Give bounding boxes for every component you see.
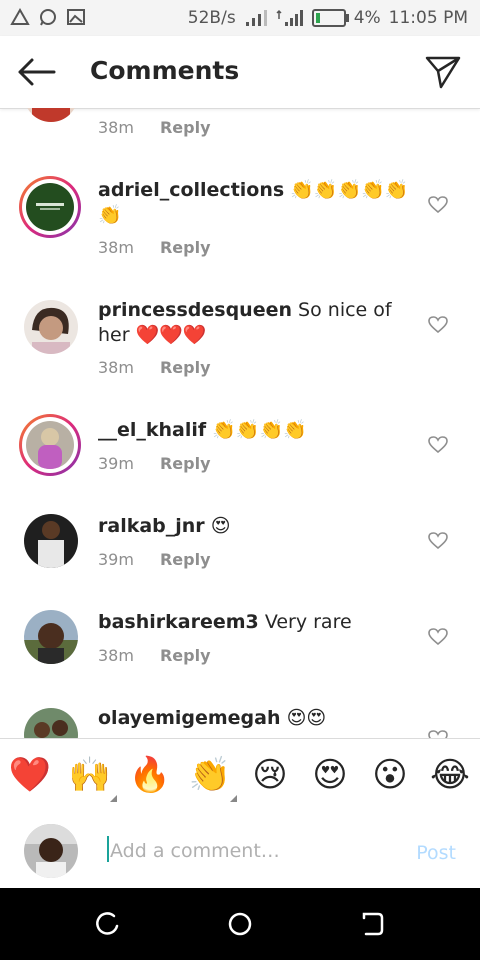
emoji-clap-button[interactable]: 👏 — [188, 755, 232, 795]
post-button[interactable]: Post — [416, 842, 456, 864]
comment-meta: 38m Reply — [98, 358, 211, 377]
emoji-crying-button[interactable]: 😢 — [248, 755, 292, 795]
avatar[interactable] — [19, 414, 81, 476]
user-avatar — [24, 824, 78, 878]
comment-row: ralkab_jnr 😍 39m Reply — [0, 504, 480, 600]
battery-icon — [311, 9, 349, 27]
back-button[interactable] — [16, 54, 56, 90]
emoji-laughing-button[interactable]: 😂 — [428, 755, 472, 795]
comment-emoji: ❤️❤️❤️ — [135, 324, 207, 346]
emoji-reaction-bar: ❤️ 🙌 🔥 👏 😢 😍 😮 😂 — [0, 738, 480, 814]
recent-apps-icon[interactable] — [94, 910, 122, 938]
comment-row: princessdesqueen So nice of her ❤️❤️❤️ 3… — [0, 288, 480, 408]
heart-icon[interactable] — [428, 532, 448, 550]
comment-time: 38m — [98, 118, 134, 137]
comment-text: __el_khalif 👏👏👏👏 — [98, 418, 418, 443]
comment-body: Very rare — [264, 611, 352, 633]
whatsapp-icon — [38, 8, 58, 26]
notification-icons — [10, 7, 86, 26]
battery-percent: 4% — [353, 8, 381, 28]
back-nav-icon[interactable] — [358, 910, 386, 938]
comment-meta: 38m Reply — [98, 118, 211, 137]
alert-icon — [10, 7, 30, 26]
comment-text: adriel_collections 👏👏👏👏👏👏 — [98, 178, 418, 228]
page-title: Comments — [90, 56, 240, 85]
header-bar: Comments — [0, 36, 480, 109]
send-icon — [425, 56, 461, 89]
comment-text: ralkab_jnr 😍 — [98, 514, 418, 539]
heart-icon[interactable] — [428, 436, 448, 454]
comment-row: 38m Reply — [0, 108, 480, 148]
heart-icon[interactable] — [428, 316, 448, 334]
reply-button[interactable]: Reply — [160, 118, 211, 137]
comment-time: 39m — [98, 550, 134, 569]
comment-row: __el_khalif 👏👏👏👏 39m Reply — [0, 408, 480, 504]
username[interactable]: ralkab_jnr — [98, 515, 205, 537]
system-navigation-bar — [0, 888, 480, 960]
avatar[interactable] — [24, 300, 78, 354]
reply-button[interactable]: Reply — [160, 454, 211, 473]
comment-row: adriel_collections 👏👏👏👏👏👏 38m Reply — [0, 168, 480, 288]
username[interactable]: __el_khalif — [98, 419, 206, 441]
comment-input[interactable] — [108, 836, 402, 866]
comment-meta: 38m Reply — [98, 646, 211, 665]
comment-emoji: 😍😍 — [286, 707, 327, 729]
signal-icon — [245, 10, 267, 26]
comment-emoji: 👏👏👏👏 — [212, 419, 307, 441]
reply-button[interactable]: Reply — [160, 550, 211, 569]
comment-meta: 38m Reply — [98, 238, 211, 257]
emoji-raised-hands-button[interactable]: 🙌 — [68, 755, 112, 795]
comments-list[interactable]: 38m Reply adriel_collections 👏👏👏👏👏👏 38m Re… — [0, 108, 480, 738]
emoji-wow-button[interactable]: 😮 — [368, 755, 412, 795]
comment-meta: 39m Reply — [98, 550, 211, 569]
avatar[interactable] — [19, 176, 81, 238]
emoji-heart-eyes-button[interactable]: 😍 — [308, 755, 352, 795]
reply-button[interactable]: Reply — [160, 358, 211, 377]
comment-time: 38m — [98, 238, 134, 257]
reply-button[interactable]: Reply — [160, 238, 211, 257]
skin-tone-indicator-icon — [230, 795, 237, 802]
heart-icon[interactable] — [428, 628, 448, 646]
comment-text: olayemigemegah 😍😍 — [98, 706, 418, 731]
comment-time: 38m — [98, 358, 134, 377]
comment-meta: 39m Reply — [98, 454, 211, 473]
username[interactable]: olayemigemegah — [98, 707, 281, 729]
emoji-heart-button[interactable]: ❤️ — [8, 755, 52, 795]
comment-time: 39m — [98, 454, 134, 473]
comment-emoji: 😍 — [210, 515, 231, 537]
comment-time: 38m — [98, 646, 134, 665]
reply-button[interactable]: Reply — [160, 646, 211, 665]
skin-tone-indicator-icon — [110, 795, 117, 802]
comment-text: princessdesqueen So nice of her ❤️❤️❤️ — [98, 298, 418, 348]
comment-composer: Post — [0, 812, 480, 888]
back-arrow-icon — [18, 58, 56, 86]
comment-text: bashirkareem3 Very rare — [98, 610, 418, 635]
comment-row: olayemigemegah 😍😍 — [0, 696, 480, 738]
heart-icon[interactable] — [428, 730, 448, 738]
heart-icon[interactable] — [428, 196, 448, 214]
username[interactable]: princessdesqueen — [98, 299, 292, 321]
home-icon[interactable] — [226, 910, 254, 938]
network-speed: 52B/s — [187, 8, 236, 28]
avatar[interactable] — [24, 610, 78, 664]
clock: 11:05 PM — [388, 8, 468, 28]
comment-row: bashirkareem3 Very rare 38m Reply — [0, 600, 480, 696]
avatar[interactable] — [24, 514, 78, 568]
avatar[interactable] — [24, 108, 78, 122]
data-signal-icon — [276, 9, 303, 26]
avatar[interactable] — [24, 708, 78, 738]
username[interactable]: adriel_collections — [98, 179, 284, 201]
image-icon — [66, 8, 86, 26]
status-indicators: 52B/s 4% 11:05 PM — [188, 8, 468, 28]
share-button[interactable] — [424, 54, 462, 90]
username[interactable]: bashirkareem3 — [98, 611, 259, 633]
status-bar: 52B/s 4% 11:05 PM — [0, 0, 480, 36]
emoji-fire-button[interactable]: 🔥 — [128, 755, 172, 795]
